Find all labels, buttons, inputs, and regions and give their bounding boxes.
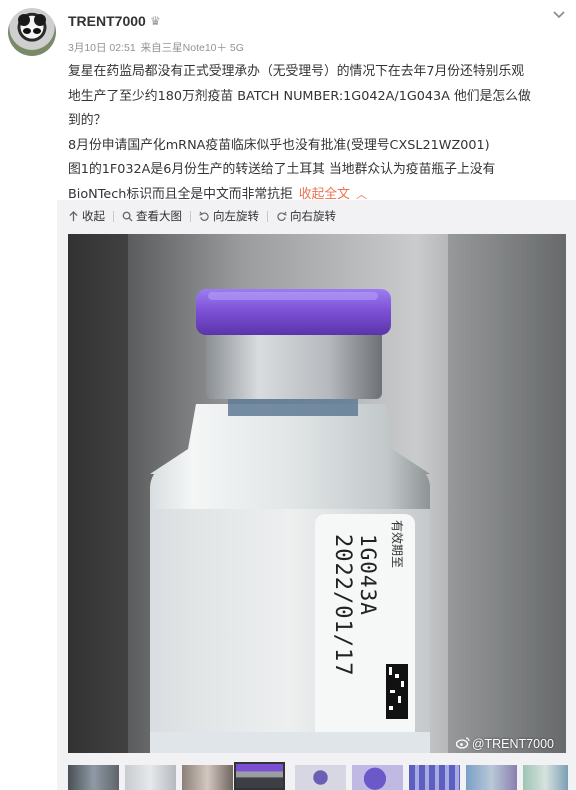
magnifier-icon: [122, 211, 133, 222]
image-toolbar: 收起 查看大图 向左旋转 向右旋转: [68, 206, 336, 226]
toolbar-divider: [267, 210, 268, 222]
view-large-button[interactable]: 查看大图: [122, 208, 182, 224]
rotate-right-button[interactable]: 向右旋转: [276, 208, 336, 224]
post-line: 到的？: [68, 113, 107, 128]
vaccine-vial-photo[interactable]: 有效期至 1G043A 2022/01/17 @TRENT7000: [68, 234, 566, 753]
thumbnail[interactable]: [68, 765, 119, 790]
arrow-up-icon: [69, 210, 78, 221]
toolbar-divider: [113, 210, 114, 222]
chevron-up-icon[interactable]: ︿: [356, 188, 367, 201]
post-meta: 3月10日 02:51 来自三星Note10＋ 5G: [68, 40, 244, 55]
rotate-right-icon: [277, 211, 287, 221]
rotate-left-button[interactable]: 向左旋转: [199, 208, 259, 224]
thumbnail[interactable]: [523, 765, 568, 790]
post-line: 地生产了至少约180万剂疫苗 BATCH NUMBER:1G042A/1G043…: [68, 88, 531, 104]
weibo-icon: [455, 737, 470, 749]
watermark: @TRENT7000: [455, 737, 554, 751]
vial-batch-number: 1G043A: [356, 534, 380, 616]
thumbnail-active[interactable]: [234, 762, 285, 790]
toolbar-divider: [190, 210, 191, 222]
avatar[interactable]: [8, 8, 56, 56]
rotate-right-label: 向右旋转: [290, 209, 336, 223]
thumbnail[interactable]: [295, 765, 346, 790]
vial-expiry-date: 2022/01/17: [330, 534, 355, 677]
thumbnail[interactable]: [466, 765, 517, 790]
post-line: 图1的1F032A是6月份生产的转送给了土耳其 当地群众认为疫苗瓶子上没有: [68, 162, 496, 177]
rotate-left-icon: [199, 211, 209, 221]
vial-label-text-1: 有效期至: [390, 520, 404, 569]
rotate-left-label: 向左旋转: [213, 209, 259, 223]
collapse-image-label: 收起: [82, 209, 105, 223]
watermark-text: @TRENT7000: [471, 737, 554, 751]
thumbnail[interactable]: [182, 765, 233, 790]
post-line: 8月份申请国产化mRNA疫苗临床似乎也没有批准(受理号CXSL21WZ001): [68, 137, 490, 153]
collapse-image-button[interactable]: 收起: [68, 208, 105, 224]
post-text: 复星在药监局都没有正式受理承办（无受理号）的情况下在去年7月份还特别乐观 地生产…: [68, 60, 568, 207]
vial-image: [68, 234, 566, 753]
post-source: 来自三星Note10＋ 5G: [140, 42, 244, 54]
post-header: TRENT7000 ♛ 3月10日 02:51 来自三星Note10＋ 5G: [0, 0, 576, 58]
post-date[interactable]: 3月10日 02:51: [68, 42, 136, 54]
thumbnail[interactable]: [125, 765, 176, 790]
chevron-down-icon[interactable]: [551, 6, 567, 22]
thumbnail-strip: [68, 762, 568, 790]
crown-icon[interactable]: ♛: [150, 14, 164, 28]
username[interactable]: TRENT7000: [68, 13, 146, 29]
thumbnail[interactable]: [409, 765, 460, 790]
post-line: 复星在药监局都没有正式受理承办（无受理号）的情况下在去年7月份还特别乐观: [68, 64, 525, 79]
thumbnail[interactable]: [352, 765, 403, 790]
view-large-label: 查看大图: [136, 209, 182, 223]
